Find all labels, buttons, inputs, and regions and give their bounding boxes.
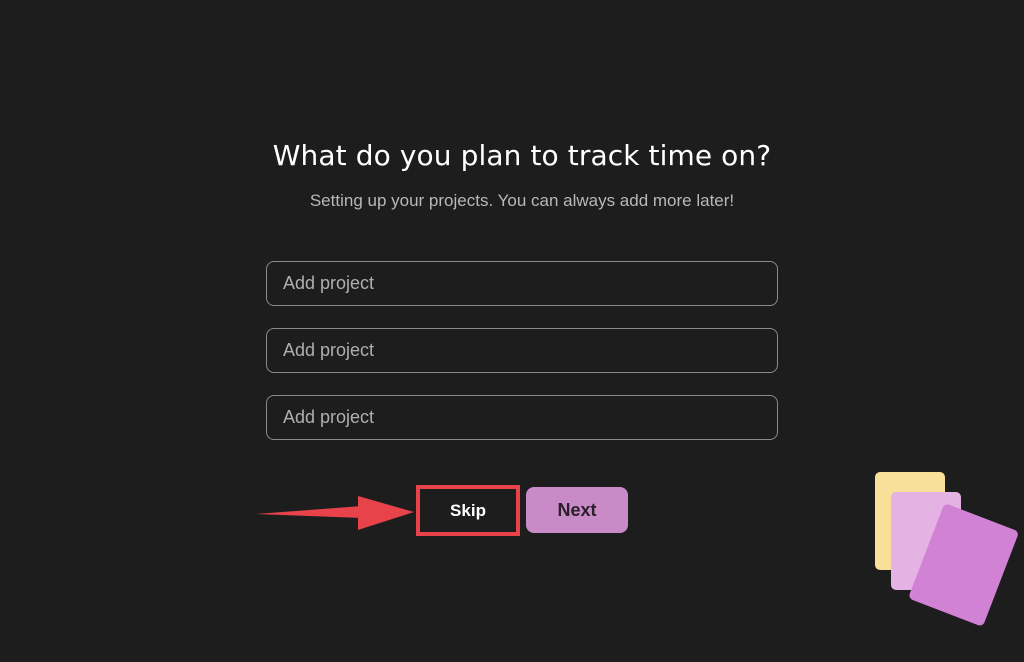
project-input-3[interactable] [266,395,778,440]
page-title: What do you plan to track time on? [272,139,772,172]
page-subtitle: Setting up your projects. You can always… [309,191,735,210]
red-arrow-icon [256,496,414,530]
project-input-2[interactable] [266,328,778,373]
project-input-1[interactable] [266,261,778,306]
cards-illustration [875,472,1018,626]
skip-button[interactable]: Skip [424,492,512,529]
next-button[interactable]: Next [526,487,628,533]
